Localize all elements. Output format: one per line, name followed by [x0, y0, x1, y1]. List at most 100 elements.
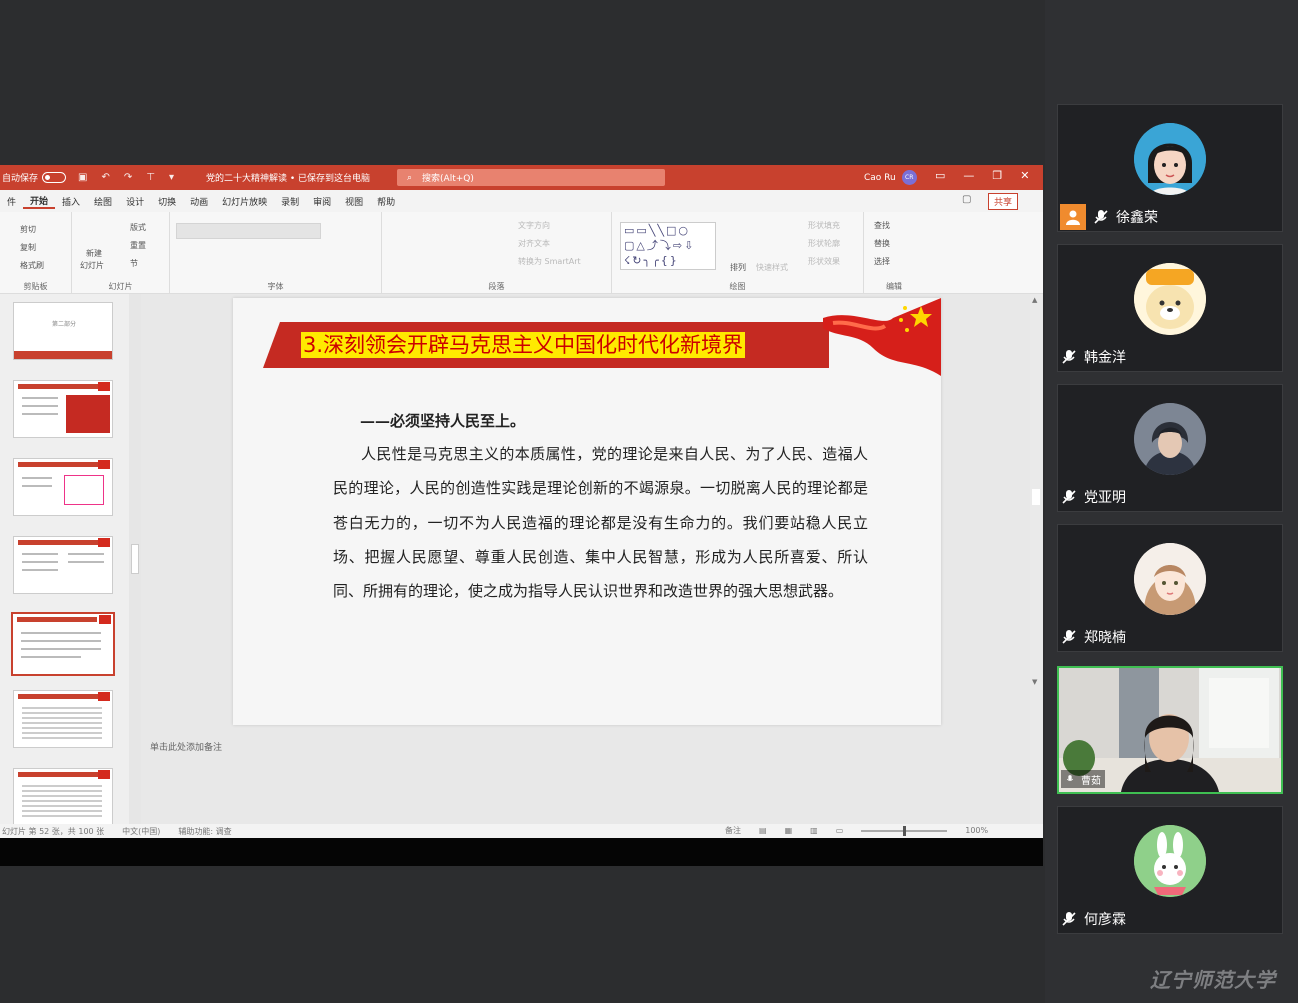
thumbnail-scrollbar[interactable] — [129, 294, 141, 824]
autosave[interactable]: 自动保存 — [2, 171, 67, 184]
tab-draw[interactable]: 绘图 — [87, 195, 119, 208]
participant-tile[interactable]: 韩金洋 — [1057, 244, 1283, 372]
layout-button[interactable]: 版式 — [130, 222, 146, 233]
reset-button[interactable]: 重置 — [130, 240, 146, 251]
autosave-toggle[interactable] — [42, 172, 67, 183]
document-title[interactable]: 党的二十大精神解读 • 已保存到这台电脑 — [206, 171, 370, 184]
avatar — [1134, 543, 1206, 615]
replace-button[interactable]: 替换 — [874, 238, 890, 249]
reading-view-icon[interactable]: ▥ — [810, 826, 818, 835]
new-slide-label-2[interactable]: 幻灯片 — [80, 260, 104, 271]
tab-file[interactable]: 件 — [0, 195, 23, 208]
quick-styles-button[interactable]: 快速样式 — [756, 262, 788, 273]
new-slide-label[interactable]: 新建 — [86, 248, 102, 259]
text-direction-button[interactable]: 文字方向 — [518, 220, 550, 231]
slide-canvas[interactable]: 3.深刻领会开辟马克思主义中国化时代化新境界 ——必须坚持人民至上。 人民性是马… — [233, 298, 941, 725]
avatar — [1134, 123, 1206, 195]
shape-fill-button[interactable]: 形状填充 — [808, 220, 840, 231]
ribbon-display-icon[interactable]: ▭ — [935, 169, 945, 182]
tab-help[interactable]: 帮助 — [370, 195, 402, 208]
share-button[interactable]: 共享 — [988, 193, 1019, 210]
customize-icon[interactable]: ▾ — [169, 172, 174, 183]
tab-insert[interactable]: 插入 — [55, 195, 87, 208]
slide-subheading[interactable]: ——必须坚持人民至上。 — [360, 410, 525, 431]
sorter-view-icon[interactable]: ▦ — [785, 826, 793, 835]
scroll-down-icon[interactable]: ▼ — [1032, 678, 1037, 686]
arrange-button[interactable]: 排列 — [730, 262, 746, 273]
scroll-up-icon[interactable]: ▲ — [1032, 296, 1037, 304]
redo-icon[interactable]: ↷ — [124, 172, 132, 183]
align-text-button[interactable]: 对齐文本 — [518, 238, 550, 249]
thumbnail-line — [22, 405, 58, 407]
slide-thumbnail[interactable]: 第二部分 — [13, 302, 113, 360]
save-icon[interactable]: ▣ — [78, 172, 87, 183]
find-button[interactable]: 查找 — [874, 220, 890, 231]
copy-button[interactable]: 复制 — [20, 242, 36, 253]
mic-icon — [1066, 775, 1074, 782]
tab-transitions[interactable]: 切换 — [151, 195, 183, 208]
search-box[interactable]: ⌕ 搜索(Alt+Q) — [397, 169, 665, 186]
participant-tile[interactable]: 何彦霖 — [1057, 806, 1283, 934]
slide-scrollbar[interactable]: ▲ ▼ — [1030, 294, 1042, 824]
notes-toggle[interactable]: 备注 — [725, 825, 741, 836]
accessibility-status[interactable]: 辅助功能: 调查 — [178, 826, 231, 837]
participant-tile[interactable]: 郑晓楠 — [1057, 524, 1283, 652]
zoom-slider[interactable] — [861, 825, 948, 836]
participant-namebar: 韩金洋 — [1060, 345, 1126, 369]
mic-muted-icon — [1094, 210, 1108, 224]
language-indicator[interactable]: 中文(中国) — [122, 826, 160, 837]
slide-body-text[interactable]: 人民性是马克思主义的本质属性，党的理论是来自人民、为了人民、造福人民的理论，人民… — [333, 437, 868, 608]
participant-tile[interactable]: 徐鑫荣 — [1057, 104, 1283, 232]
undo-icon[interactable]: ↶ — [101, 172, 109, 183]
slide-thumbnail[interactable] — [13, 458, 113, 516]
tab-design[interactable]: 设计 — [119, 195, 151, 208]
font-name-select[interactable] — [176, 223, 321, 239]
shape-effect-button[interactable]: 形状效果 — [808, 256, 840, 267]
close-icon[interactable]: ✕ — [1020, 169, 1029, 182]
participant-tile-active-video[interactable]: 曹茹 — [1057, 666, 1283, 794]
slide-thumbnail-selected[interactable] — [11, 612, 115, 676]
thumbnail-title: 第二部分 — [52, 321, 77, 328]
tab-slideshow[interactable]: 幻灯片放映 — [215, 195, 274, 208]
search-placeholder: 搜索(Alt+Q) — [422, 174, 474, 184]
cut-button[interactable]: 剪切 — [20, 224, 36, 235]
tab-view[interactable]: 视图 — [338, 195, 370, 208]
tab-animations[interactable]: 动画 — [183, 195, 215, 208]
select-button[interactable]: 选择 — [874, 256, 890, 267]
format-painter-button[interactable]: 格式刷 — [20, 260, 44, 271]
user-avatar: CR — [901, 170, 917, 185]
normal-view-icon[interactable]: ▤ — [759, 826, 767, 835]
comments-icon[interactable]: ▢ — [962, 194, 971, 205]
slide-thumbnail[interactable] — [13, 768, 113, 826]
slideshow-view-icon[interactable]: ▭ — [836, 826, 844, 835]
slide-thumbnail[interactable] — [13, 536, 113, 594]
slide-title[interactable]: 3.深刻领会开辟马克思主义中国化时代化新境界 — [301, 332, 746, 358]
slide-thumbnail[interactable] — [13, 380, 113, 438]
tab-review[interactable]: 审阅 — [306, 195, 338, 208]
user-account[interactable]: Cao Ru CR — [864, 170, 917, 185]
restore-icon[interactable]: ❐ — [992, 169, 1002, 182]
minimize-icon[interactable]: — — [963, 169, 974, 182]
tab-record[interactable]: 录制 — [274, 195, 306, 208]
tab-home[interactable]: 开始 — [23, 194, 56, 209]
smartart-button[interactable]: 转换为 SmartArt — [518, 256, 581, 267]
participant-name: 郑晓楠 — [1084, 630, 1126, 646]
zoom-level[interactable]: 100% — [965, 826, 988, 835]
participant-namebar: 徐鑫荣 — [1060, 204, 1158, 230]
participant-name: 曹茹 — [1081, 775, 1101, 787]
participant-tile[interactable]: 党亚明 — [1057, 384, 1283, 512]
shapes-gallery[interactable]: ▭▭╲╲□○ ▢△⤴⤵⇨⇩ ☇↻╮╭{} — [620, 222, 716, 270]
group-label: 字体 — [267, 282, 284, 291]
participant-name: 徐鑫荣 — [1116, 210, 1158, 226]
group-clipboard: 剪切 复制 格式刷 剪贴板 — [0, 212, 72, 294]
section-button[interactable]: 节 — [130, 258, 138, 269]
bunny-avatar-icon — [1134, 825, 1206, 897]
screen-share-border — [0, 838, 1043, 866]
scroll-thumb[interactable] — [131, 544, 139, 574]
group-slides: 新建 幻灯片 版式 重置 节 幻灯片 — [72, 212, 170, 294]
scroll-thumb[interactable] — [1032, 489, 1040, 505]
present-icon[interactable]: ⊤ — [146, 172, 155, 183]
slide-thumbnail[interactable] — [13, 690, 113, 748]
notes-placeholder[interactable]: 单击此处添加备注 — [150, 740, 222, 753]
shape-outline-button[interactable]: 形状轮廓 — [808, 238, 840, 249]
